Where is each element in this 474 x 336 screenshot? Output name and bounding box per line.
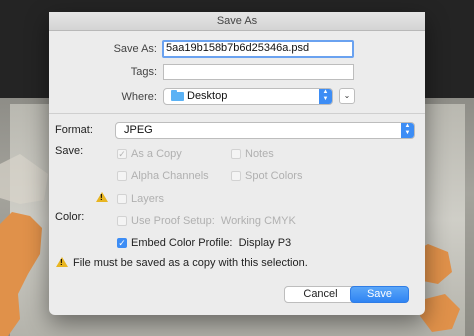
embed-color-profile-label: Embed Color Profile: Display P3 [131,237,292,249]
where-popup[interactable]: Desktop ▲ ▼ [163,88,333,105]
alpha-channels-checkbox[interactable] [117,171,127,181]
layers-label: Layers [131,193,165,205]
where-value: Desktop [187,90,228,102]
spot-colors-label: Spot Colors [245,170,303,182]
use-proof-setup-label: Use Proof Setup: Working CMYK [131,215,296,227]
notes-checkbox[interactable] [231,149,241,159]
save-label: Save: [55,145,84,157]
as-a-copy-label: As a Copy [131,148,182,160]
warning-icon: ! [96,192,108,202]
layers-checkbox[interactable] [117,194,127,204]
save-as-dialog: Save As Save As: 5aa19b158b7b6d25346a.ps… [49,12,425,315]
popup-stepper-icon: ▲ ▼ [401,123,414,138]
filename-field[interactable]: 5aa19b158b7b6d25346a.psd [162,40,354,58]
tags-field[interactable] [163,64,354,80]
dialog-title: Save As [49,12,425,31]
warning-icon: ! [56,257,68,267]
color-label: Color: [55,211,85,223]
as-a-copy-checkbox[interactable]: ✓ [117,149,127,159]
format-label: Format: [55,124,93,136]
cancel-button[interactable]: Cancel [284,286,357,303]
options-panel: Format: JPEG ▲ ▼ Save: ✓ As a Copy Notes … [49,113,425,316]
tags-label: Tags: [130,66,157,78]
save-as-label: Save As: [113,43,157,55]
alpha-channels-label: Alpha Channels [131,170,209,182]
embed-color-profile-checkbox[interactable]: ✓ [117,238,127,248]
spot-colors-checkbox[interactable] [231,171,241,181]
save-button[interactable]: Save [350,286,409,303]
format-value: JPEG [124,124,153,136]
chevron-down-icon[interactable]: ⌄ [339,88,355,104]
notes-label: Notes [245,148,274,160]
warning-message: File must be saved as a copy with this s… [73,257,308,269]
where-label: Where: [121,91,157,103]
use-proof-setup-checkbox[interactable] [117,216,127,226]
format-popup[interactable]: JPEG ▲ ▼ [115,122,415,139]
folder-icon [171,90,184,101]
popup-stepper-icon: ▲ ▼ [319,89,332,104]
